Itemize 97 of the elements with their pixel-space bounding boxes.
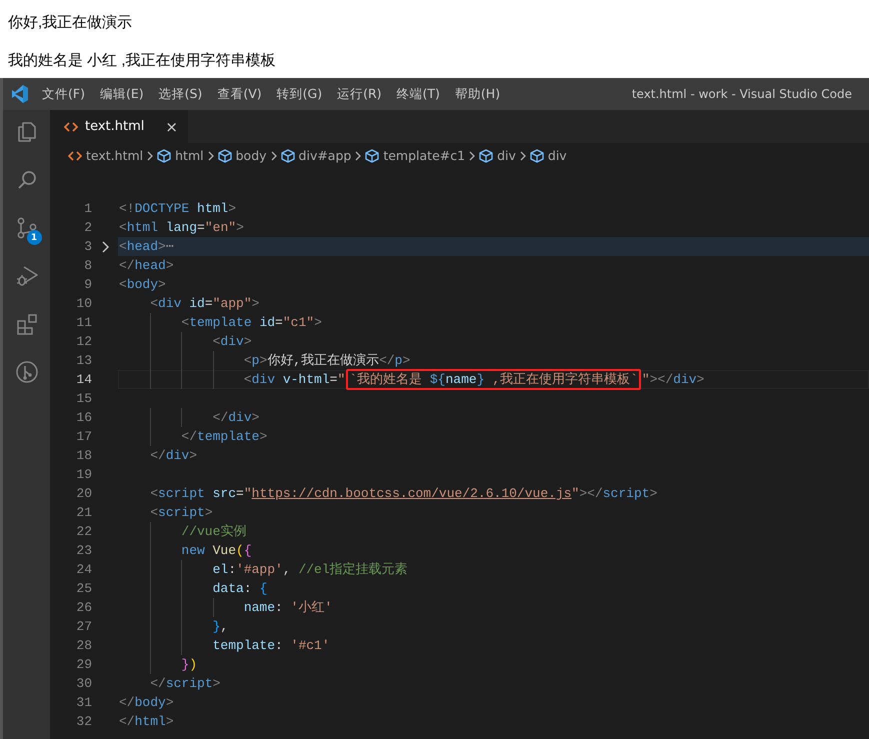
line-number: 28 [75,637,92,655]
line-number: 22 [75,523,92,541]
count-badge: 1 [26,230,42,245]
line-number: 27 [75,618,92,636]
menu-item[interactable]: 查看(V) [214,86,265,102]
line-number: 19 [75,466,92,484]
preview-text: 你好,我正在做演示 [8,13,134,32]
chevron-right-icon [468,150,476,160]
code-text: <html lang="en"> [119,219,244,237]
line-number: 16 [75,409,92,427]
line-number: 31 [75,694,92,712]
code-text: <div> [212,333,252,351]
chevron-right-icon [146,150,154,160]
code-file-icon [68,150,82,162]
window-title: text.html - work - Visual Studio Code [632,87,852,101]
code-text: <!DOCTYPE html> [119,200,236,218]
line-number: 26 [75,599,92,617]
breadcrumb-item[interactable]: html [175,148,204,163]
close-icon[interactable]: × [165,118,178,136]
code-text: <div v-html=" [244,371,346,389]
line-number: 25 [75,580,92,598]
code-file-icon [64,120,78,132]
code-text: <script> [150,504,213,522]
cube-icon [280,148,295,162]
code-text: </body> [119,694,174,712]
line-number: 1 [83,200,92,218]
code-text: <div id="app"> [150,295,260,313]
breadcrumb-item[interactable]: body [236,148,267,163]
code-text: <p>你好,我正在做演示</p> [244,352,410,370]
line-number: 11 [75,314,92,332]
line-number: 23 [75,542,92,560]
chevron-right-icon [100,240,110,252]
breadcrumb-item[interactable]: text.html [86,148,144,163]
cube-icon [218,148,232,162]
menu-item[interactable]: 运行(R) [334,86,385,102]
menu-item[interactable]: 终端(T) [394,86,443,102]
menu-item[interactable]: 转到(G) [274,86,326,102]
cube-icon [530,148,544,162]
line-number: 14 [75,371,92,389]
code-text: </template> [181,428,268,446]
graph-circle-icon[interactable] [14,360,38,384]
preview-text: 我的姓名是 小红 ,我正在使用字符串模板 [8,51,277,70]
line-number: 29 [75,656,92,674]
branch-icon[interactable] [14,216,38,240]
line-number: 8 [83,257,92,275]
blocks-icon[interactable] [14,312,38,336]
line-number: 3 [83,238,92,256]
play-bug-icon[interactable] [14,264,38,288]
code-text: </html> [119,713,174,731]
code-text: }, [212,618,228,636]
line-number: 12 [75,333,92,351]
line-number: 13 [75,352,92,370]
highlight-box: `我的姓名是 ${name} ,我正在使用字符串模板` [346,369,641,390]
line-number: 9 [83,276,92,294]
code-text: //vue实例 [181,523,246,541]
breadcrumb-item[interactable]: div#app [298,148,352,163]
line-number: 10 [75,295,92,313]
file-tab[interactable]: text.html × [50,110,188,143]
breadcrumb-item[interactable]: template#c1 [383,148,466,163]
code-text: }) [181,656,198,674]
code-text: el:'#app', //el指定挂载元素 [212,561,408,579]
menu-item[interactable]: 编辑(E) [96,86,147,102]
code-text: template: '#c1' [212,637,330,655]
cube-icon [157,148,172,162]
menu-item[interactable]: 帮助(H) [452,86,504,102]
code-text: name: '小红' [244,599,332,617]
logo-icon [11,84,29,104]
code-text: new Vue({ [181,542,252,560]
menu-item[interactable]: 文件(F) [39,86,88,102]
chevron-right-icon [518,150,527,160]
line-number: 30 [75,675,92,693]
code-text: "></div> [642,371,704,389]
line-number: 21 [75,504,92,522]
chevron-right-icon [354,150,362,160]
line-number: 18 [75,447,92,465]
code-text: </head> [119,257,174,275]
breadcrumb-item[interactable]: div [497,148,516,163]
menu-item[interactable]: 选择(S) [156,86,206,102]
code-text: </div> [212,409,260,427]
line-number: 32 [75,713,92,731]
cube-icon [365,148,380,162]
code-text: <template id="c1"> [181,314,322,332]
chevron-right-icon [206,150,215,160]
cube-icon [479,148,494,162]
line-number: 2 [83,219,92,237]
code-text: data: { [212,580,268,598]
chevron-right-icon [270,150,278,160]
code-text: <head>⋯ [119,238,174,256]
line-number: 15 [75,390,92,408]
code-text: <body> [119,276,166,294]
code-text: </div> [150,447,198,465]
line-number: 17 [75,428,92,446]
line-number: 24 [75,561,92,579]
line-number: 20 [75,485,92,503]
code-text: </script> [150,675,220,693]
breadcrumb-item[interactable]: div [548,148,567,163]
code-text: <script src="https://cdn.bootcss.com/vue/2.6.10/vue.js"></script> [150,485,658,503]
